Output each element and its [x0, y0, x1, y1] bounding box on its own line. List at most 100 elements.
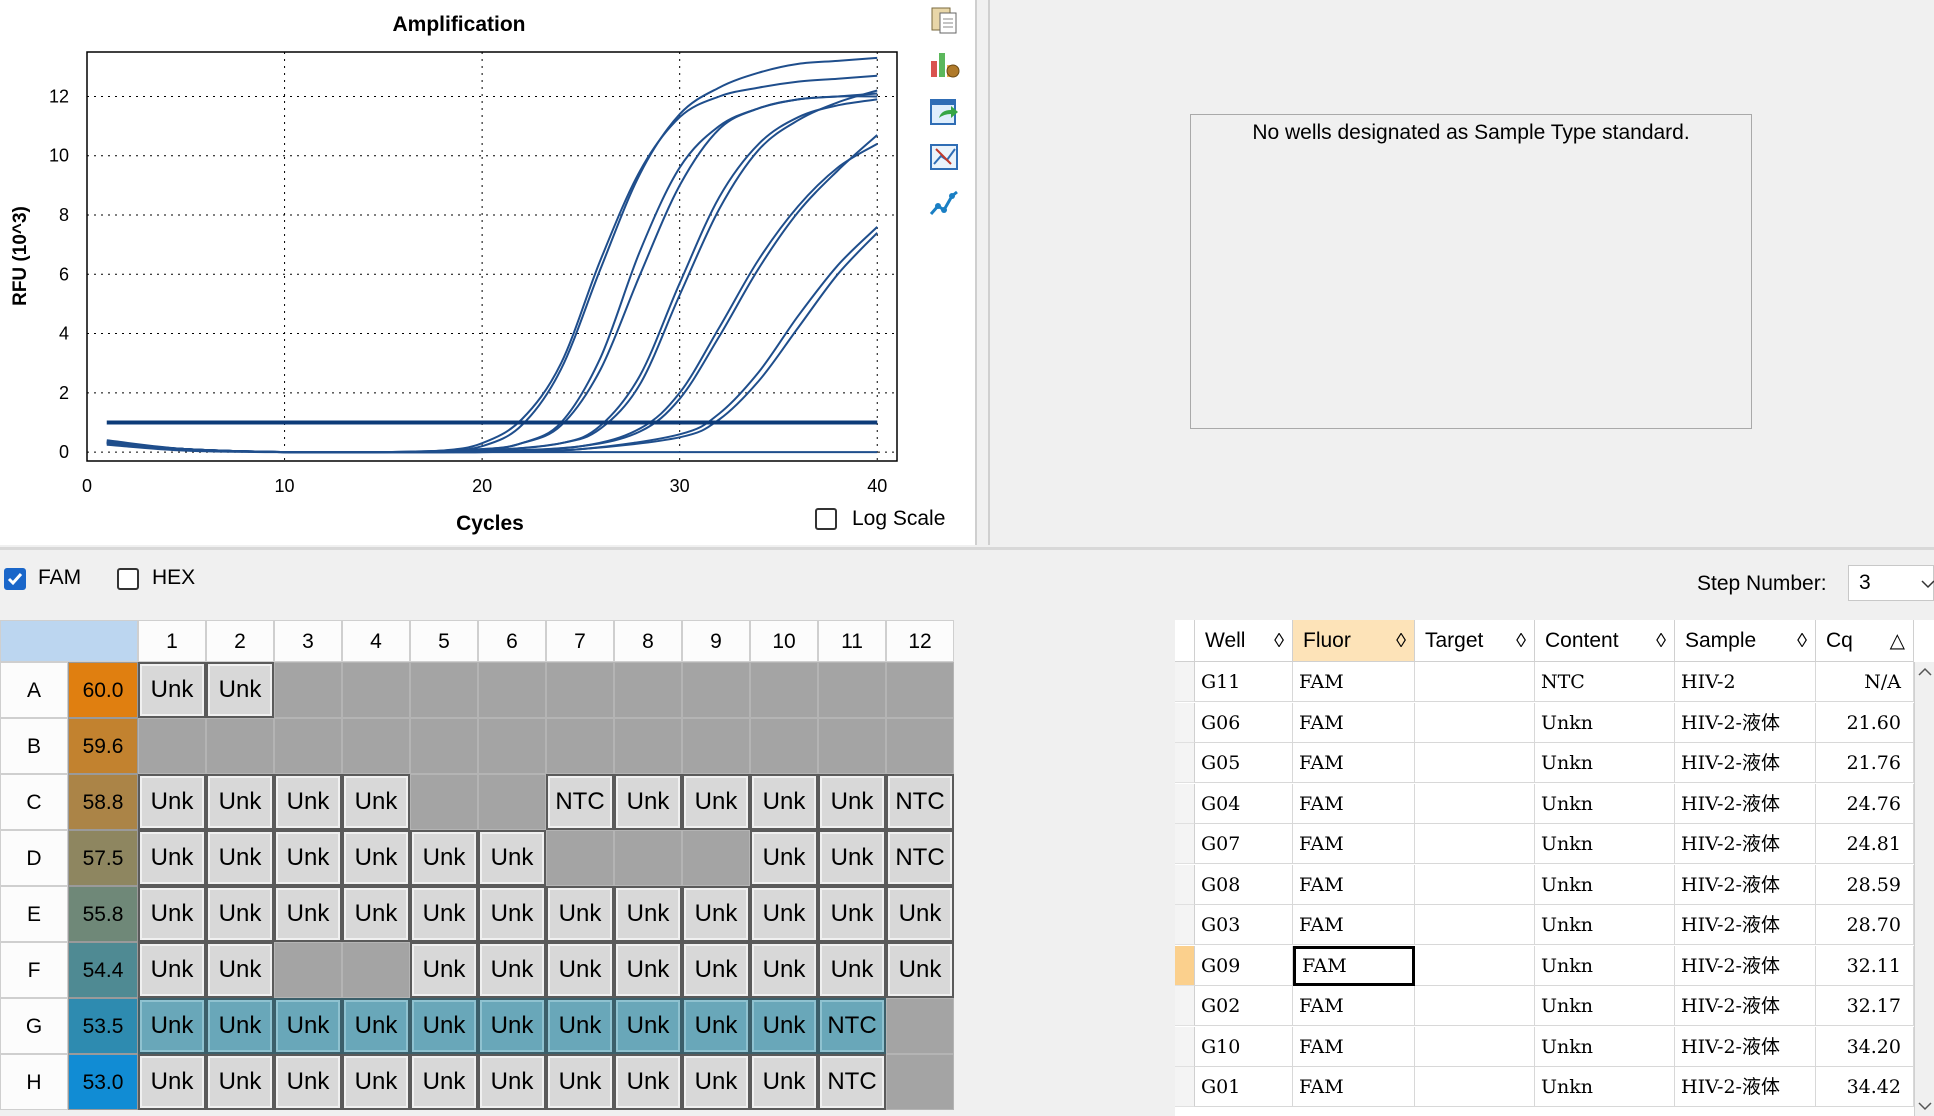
- table-cell-content[interactable]: Unkn: [1535, 945, 1675, 986]
- plate-well[interactable]: [410, 774, 478, 830]
- table-cell-target[interactable]: [1415, 1067, 1535, 1107]
- table-cell-fluor[interactable]: FAM: [1293, 864, 1415, 905]
- plate-well[interactable]: Unk: [886, 942, 954, 998]
- log-scale-checkbox[interactable]: [815, 508, 837, 530]
- plate-well[interactable]: Unk: [546, 886, 614, 942]
- table-cell-target[interactable]: [1415, 662, 1535, 702]
- plate-well[interactable]: Unk: [750, 774, 818, 830]
- plate-row-header[interactable]: F: [0, 942, 68, 998]
- plate-well[interactable]: Unk: [138, 942, 206, 998]
- plate-well[interactable]: Unk: [274, 886, 342, 942]
- plate-well[interactable]: Unk: [750, 886, 818, 942]
- plate-row-header[interactable]: E: [0, 886, 68, 942]
- plate-well[interactable]: [478, 662, 546, 718]
- plate-well[interactable]: Unk: [750, 830, 818, 886]
- scroll-up-icon[interactable]: [1915, 662, 1934, 682]
- plate-well[interactable]: [614, 662, 682, 718]
- row-selector[interactable]: [1175, 783, 1195, 824]
- table-cell-well[interactable]: G11: [1195, 662, 1293, 702]
- plate-well[interactable]: Unk: [274, 774, 342, 830]
- plate-well[interactable]: NTC: [818, 998, 886, 1054]
- table-cell-content[interactable]: Unkn: [1535, 986, 1675, 1026]
- plate-well[interactable]: Unk: [206, 830, 274, 886]
- plate-column-header[interactable]: 2: [206, 620, 274, 662]
- plate-well[interactable]: Unk: [614, 886, 682, 942]
- row-selector[interactable]: [1175, 1067, 1195, 1107]
- table-cell-sample[interactable]: HIV-2-液体: [1675, 783, 1816, 824]
- plate-well[interactable]: NTC: [546, 774, 614, 830]
- graph-options-icon[interactable]: [927, 186, 961, 220]
- plate-row-header[interactable]: B: [0, 718, 68, 774]
- table-cell-content[interactable]: Unkn: [1535, 824, 1675, 864]
- plate-well[interactable]: Unk: [274, 830, 342, 886]
- plate-well[interactable]: [682, 718, 750, 774]
- row-selector[interactable]: [1175, 986, 1195, 1026]
- plate-column-header[interactable]: 7: [546, 620, 614, 662]
- plate-column-header[interactable]: 10: [750, 620, 818, 662]
- table-cell-well[interactable]: G10: [1195, 1026, 1293, 1067]
- row-selector[interactable]: [1175, 743, 1195, 783]
- plate-row-header[interactable]: C: [0, 774, 68, 830]
- table-cell-fluor[interactable]: FAM: [1293, 1026, 1415, 1067]
- plate-well[interactable]: Unk: [478, 1054, 546, 1110]
- plate-well[interactable]: Unk: [614, 998, 682, 1054]
- row-selector[interactable]: [1175, 662, 1195, 702]
- plate-well[interactable]: [546, 830, 614, 886]
- plate-column-header[interactable]: 11: [818, 620, 886, 662]
- table-cell-well[interactable]: G08: [1195, 864, 1293, 905]
- plate-well[interactable]: Unk: [410, 998, 478, 1054]
- table-cell-cq[interactable]: 24.76: [1816, 783, 1914, 824]
- plate-well[interactable]: Unk: [274, 998, 342, 1054]
- plate-column-header[interactable]: 6: [478, 620, 546, 662]
- plate-well[interactable]: Unk: [818, 886, 886, 942]
- plate-well[interactable]: [342, 942, 410, 998]
- table-cell-sample[interactable]: HIV-2-液体: [1675, 945, 1816, 986]
- table-cell-fluor[interactable]: FAM: [1293, 743, 1415, 783]
- plate-well[interactable]: Unk: [138, 998, 206, 1054]
- step-number-select[interactable]: 3: [1848, 565, 1934, 601]
- plate-well[interactable]: Unk: [614, 942, 682, 998]
- table-cell-cq[interactable]: N/A: [1816, 662, 1914, 702]
- plate-well[interactable]: Unk: [206, 774, 274, 830]
- table-cell-well[interactable]: G01: [1195, 1067, 1293, 1107]
- table-cell-content[interactable]: Unkn: [1535, 905, 1675, 945]
- table-cell-cq[interactable]: 21.60: [1816, 702, 1914, 743]
- plate-well[interactable]: [478, 774, 546, 830]
- table-cell-fluor[interactable]: FAM: [1293, 905, 1415, 945]
- plate-well[interactable]: [614, 830, 682, 886]
- plate-well[interactable]: [614, 718, 682, 774]
- table-cell-cq[interactable]: 28.59: [1816, 864, 1914, 905]
- export-icon[interactable]: [927, 94, 961, 128]
- plate-well[interactable]: [546, 662, 614, 718]
- table-cell-target[interactable]: [1415, 986, 1535, 1026]
- plate-well[interactable]: Unk: [478, 886, 546, 942]
- plate-well[interactable]: Unk: [206, 942, 274, 998]
- table-vertical-scrollbar[interactable]: [1914, 662, 1934, 1116]
- table-cell-fluor[interactable]: FAM: [1293, 945, 1415, 986]
- plate-well[interactable]: Unk: [206, 1054, 274, 1110]
- table-cell-content[interactable]: Unkn: [1535, 864, 1675, 905]
- table-cell-content[interactable]: Unkn: [1535, 702, 1675, 743]
- plate-well[interactable]: Unk: [614, 1054, 682, 1110]
- plate-well[interactable]: [682, 830, 750, 886]
- table-cell-content[interactable]: Unkn: [1535, 1067, 1675, 1107]
- table-cell-well[interactable]: G06: [1195, 702, 1293, 743]
- plate-row-header[interactable]: D: [0, 830, 68, 886]
- table-cell-target[interactable]: [1415, 702, 1535, 743]
- scroll-down-icon[interactable]: [1915, 1096, 1934, 1116]
- table-cell-cq[interactable]: 34.20: [1816, 1026, 1914, 1067]
- plate-column-header[interactable]: 9: [682, 620, 750, 662]
- plate-well[interactable]: NTC: [886, 830, 954, 886]
- plate-well[interactable]: Unk: [682, 942, 750, 998]
- table-cell-fluor[interactable]: FAM: [1293, 824, 1415, 864]
- plate-well[interactable]: Unk: [818, 942, 886, 998]
- table-cell-fluor[interactable]: FAM: [1293, 702, 1415, 743]
- table-cell-content[interactable]: Unkn: [1535, 743, 1675, 783]
- plate-well[interactable]: Unk: [546, 998, 614, 1054]
- hex-checkbox[interactable]: [117, 568, 139, 590]
- table-cell-fluor[interactable]: FAM: [1293, 986, 1415, 1026]
- sort-icon[interactable]: ◊: [1656, 620, 1666, 662]
- row-selector[interactable]: [1175, 864, 1195, 905]
- plate-well[interactable]: Unk: [342, 998, 410, 1054]
- sort-icon[interactable]: ◊: [1274, 620, 1284, 662]
